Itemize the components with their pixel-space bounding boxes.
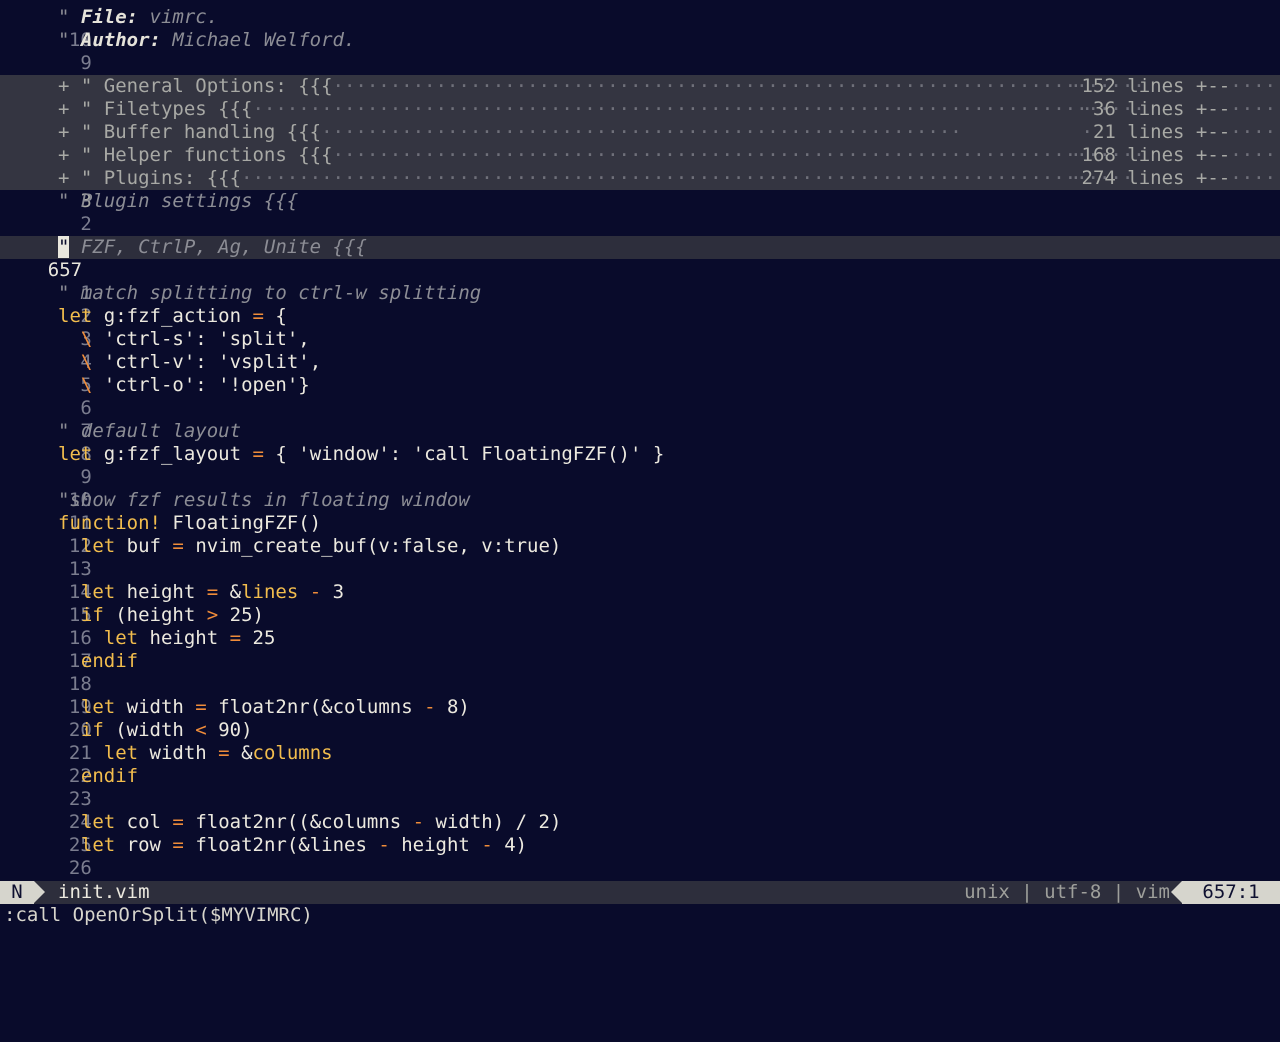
code-line[interactable]: 1 [0, 259, 1280, 304]
code-text: let buf = nvim_create_buf(v:false, v:tru… [80, 535, 562, 557]
filename: init.vim [58, 881, 150, 903]
comment-text: FZF, CtrlP, Ag, Unite {{{ [69, 236, 367, 258]
code-text: \ 'ctrl-s': 'split', [80, 328, 310, 350]
file-label: File: [80, 6, 139, 28]
code-line[interactable]: 18 endif [0, 650, 1280, 695]
code-text: \ 'ctrl-v': 'vsplit', [80, 351, 322, 373]
position-separator-icon [1171, 881, 1182, 903]
code-line[interactable]: 23 endif [0, 765, 1280, 810]
editor-buffer[interactable]: 10 " File: vimrc. 9 " Author: Michael We… [0, 6, 1280, 902]
code-text: let width = &columns [103, 742, 333, 764]
code-line[interactable]: 7 [0, 397, 1280, 442]
code-line[interactable]: 24 [0, 788, 1280, 833]
mode-indicator: N [0, 881, 34, 904]
fold-line-helper-functions[interactable]: 4 + " Helper functions {{{··············… [0, 144, 1280, 189]
code-text: let height = 25 [103, 627, 276, 649]
code-line[interactable]: 13 let buf = nvim_create_buf(v:false, v:… [0, 535, 1280, 580]
code-line[interactable]: 26 let row = float2nr(&lines - height - … [0, 834, 1280, 879]
command-line[interactable]: :call OpenOrSplit($MYVIMRC) [4, 904, 313, 927]
code-line[interactable]: 10 [0, 466, 1280, 511]
fold-line-buffer-handling[interactable]: 5 + " Buffer handling {{{···············… [0, 121, 1280, 166]
code-text: endif [80, 650, 139, 672]
author-label: Author: [80, 29, 161, 51]
code-line[interactable]: 11 "show fzf results in floating window [0, 489, 1280, 534]
cursor-position: 657:1 [1182, 881, 1280, 904]
file-value: vimrc. [138, 6, 219, 28]
fold-text: + " Buffer handling {{{ [58, 121, 322, 143]
code-line[interactable]: 27 [0, 857, 1280, 902]
code-line[interactable]: 3 let g:fzf_action = { [0, 305, 1280, 350]
fold-line-count: 36 lines +-- [1092, 98, 1231, 120]
fold-line-filetypes[interactable]: 6 + " Filetypes {{{·····················… [0, 98, 1280, 143]
fold-line-count: 152 lines +-- [1081, 75, 1231, 97]
code-line[interactable]: 4 \ 'ctrl-s': 'split', [0, 328, 1280, 373]
fold-fill: ········································… [332, 144, 1145, 166]
fold-line-count: 21 lines +-- [1092, 121, 1231, 143]
code-line[interactable]: 19 [0, 673, 1280, 718]
fold-line-general-options[interactable]: 7 + " General Options: {{{··············… [0, 75, 1280, 120]
fold-line-count: 274 lines +-- [1081, 167, 1231, 189]
cursor: " [58, 236, 70, 258]
code-line[interactable]: 25 let col = float2nr((&columns - width)… [0, 811, 1280, 856]
fold-line-plugins[interactable]: 3 + " Plugins: {{{······················… [0, 167, 1280, 212]
fold-line-count: 168 lines +-- [1081, 144, 1231, 166]
code-line[interactable]: 6 \ 'ctrl-o': '!open'} [0, 374, 1280, 419]
code-text: function! FloatingFZF() [58, 512, 322, 534]
comment-text: "show fzf results in floating window [58, 489, 470, 511]
code-text: let height = &lines - 3 [80, 581, 345, 603]
code-text: let g:fzf_layout = { 'window': 'call Flo… [58, 443, 665, 465]
fold-fill: ········································… [332, 75, 1145, 97]
code-line[interactable]: 10 " File: vimrc. [0, 6, 1280, 51]
code-line[interactable]: 8 [0, 52, 1280, 97]
code-line[interactable]: 20 let width = float2nr(&columns - 8) [0, 696, 1280, 741]
code-line[interactable]: 8 " default layout [0, 420, 1280, 465]
author-value: Michael Welford. [160, 29, 356, 51]
code-line[interactable]: 22 let width = &columns [0, 742, 1280, 787]
code-line[interactable]: 21 if (width < 90) [0, 719, 1280, 764]
comment-quote: " [58, 29, 81, 51]
code-text: endif [80, 765, 139, 787]
fold-text: + " Helper functions {{{ [58, 144, 333, 166]
code-line[interactable]: 14 [0, 558, 1280, 603]
code-text: \ 'ctrl-o': '!open'} [80, 374, 310, 396]
code-line[interactable]: 17 let height = 25 [0, 627, 1280, 672]
comment-text: " match splitting to ctrl-w splitting [58, 282, 482, 304]
fold-fill: ········································… [252, 98, 1145, 120]
code-text: let g:fzf_action = { [58, 305, 287, 327]
code-line[interactable]: 2 " match splitting to ctrl-w splitting [0, 282, 1280, 327]
code-text: let width = float2nr(&columns - 8) [80, 696, 470, 718]
comment-quote: " [58, 6, 81, 28]
fold-text: + " Plugins: {{{ [58, 167, 242, 189]
code-line[interactable]: 15 let height = &lines - 3 [0, 581, 1280, 626]
code-line[interactable]: 5 \ 'ctrl-v': 'vsplit', [0, 351, 1280, 396]
code-text: let col = float2nr((&columns - width) / … [80, 811, 562, 833]
code-text: let row = float2nr(&lines - height - 4) [80, 834, 528, 856]
code-line[interactable]: 2 " Plugin settings {{{ [0, 190, 1280, 235]
fold-fill: ········································… [321, 121, 962, 143]
fold-text: + " Filetypes {{{ [58, 98, 253, 120]
fold-fill: ········································… [241, 167, 1134, 189]
code-line[interactable]: 16 if (height > 25) [0, 604, 1280, 649]
status-line: N init.vim unix | utf-8 | vim 657:1 [0, 881, 1280, 904]
comment-text: " default layout [58, 420, 242, 442]
code-line[interactable]: 12 function! FloatingFZF() [0, 512, 1280, 557]
code-text: if (height > 25) [80, 604, 264, 626]
current-line[interactable]: 657 " FZF, CtrlP, Ag, Unite {{{ [0, 236, 1280, 281]
code-text: if (width < 90) [80, 719, 253, 741]
file-info: unix | utf-8 | vim [964, 881, 1170, 903]
comment-text: " Plugin settings {{{ [58, 190, 299, 212]
code-line[interactable]: 9 " Author: Michael Welford. [0, 29, 1280, 74]
code-line[interactable]: 9 let g:fzf_layout = { 'window': 'call F… [0, 443, 1280, 488]
code-line[interactable]: 1 [0, 213, 1280, 258]
fold-text: + " General Options: {{{ [58, 75, 333, 97]
mode-separator-icon [34, 881, 45, 903]
